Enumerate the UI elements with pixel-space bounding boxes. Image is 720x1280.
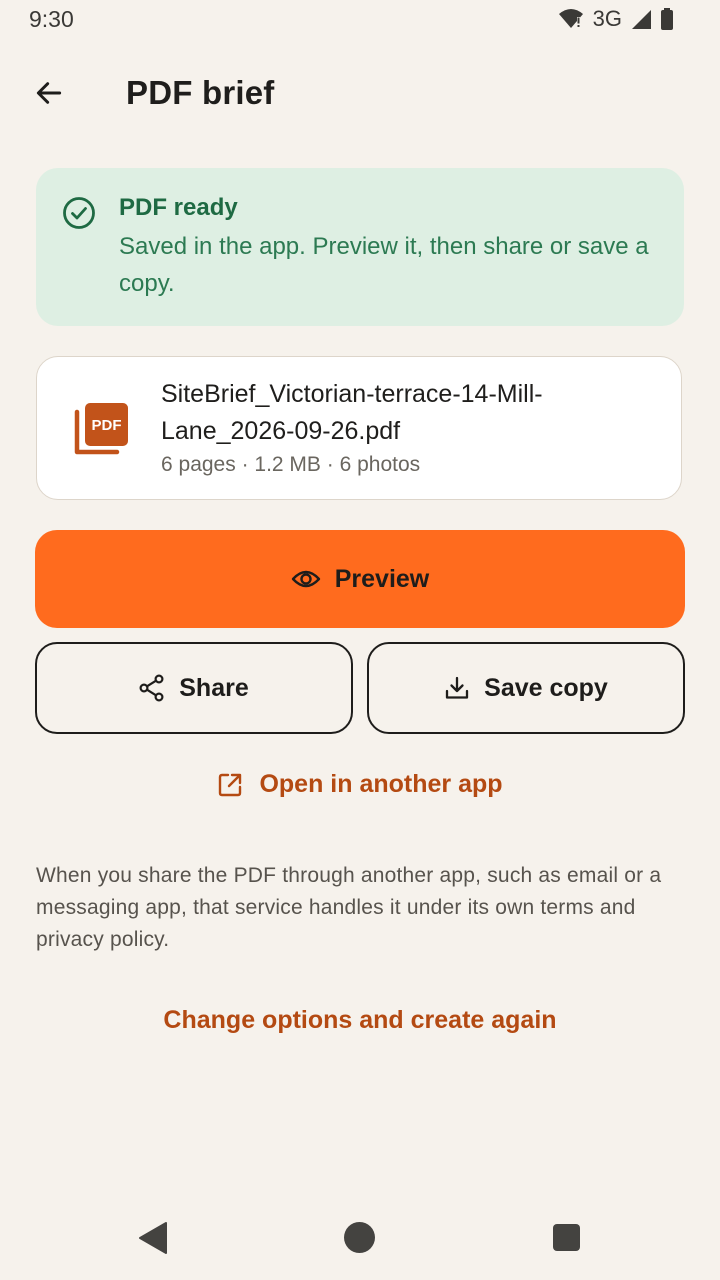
nav-back-icon[interactable] [138,1221,168,1260]
save-copy-button[interactable]: Save copy [367,642,685,734]
eye-icon [291,570,320,588]
share-icon [139,674,164,702]
privacy-notice: When you share the PDF through another a… [36,864,662,951]
pdf-badge-text: PDF [92,417,122,434]
status-time: 9:30 [29,6,74,32]
open-external-icon [219,773,242,796]
file-name: SiteBrief_Victorian-terrace-14-Mill-Lane… [161,380,543,445]
status-icons: 3G [557,6,674,32]
check-circle-icon [62,196,96,230]
pdf-file-icon: PDF [74,400,130,456]
banner-title: PDF ready [119,194,238,221]
back-button[interactable] [26,70,72,116]
nav-home-icon[interactable] [344,1222,375,1253]
arrow-left-icon [36,82,62,104]
share-button[interactable]: Share [35,642,353,734]
preview-label: Preview [334,564,430,593]
signal-icon [630,8,652,30]
wifi-alert-icon [557,8,585,30]
open-in-another-app-label: Open in another app [259,770,503,798]
battery-icon [660,7,674,31]
change-options-link[interactable]: Change options and create again [0,1006,720,1035]
file-meta: 6 pages · 1.2 MB · 6 photos [161,453,421,476]
download-icon [446,676,469,699]
network-type: 3G [592,6,622,31]
share-label: Share [179,673,249,702]
banner-message: Saved in the app. Preview it, then share… [119,233,649,297]
open-in-another-app-link[interactable]: Open in another app [0,770,720,799]
nav-recents-icon[interactable] [553,1224,580,1251]
page-title: PDF brief [126,74,275,111]
preview-button[interactable]: Preview [35,530,685,628]
save-copy-label: Save copy [484,673,608,702]
